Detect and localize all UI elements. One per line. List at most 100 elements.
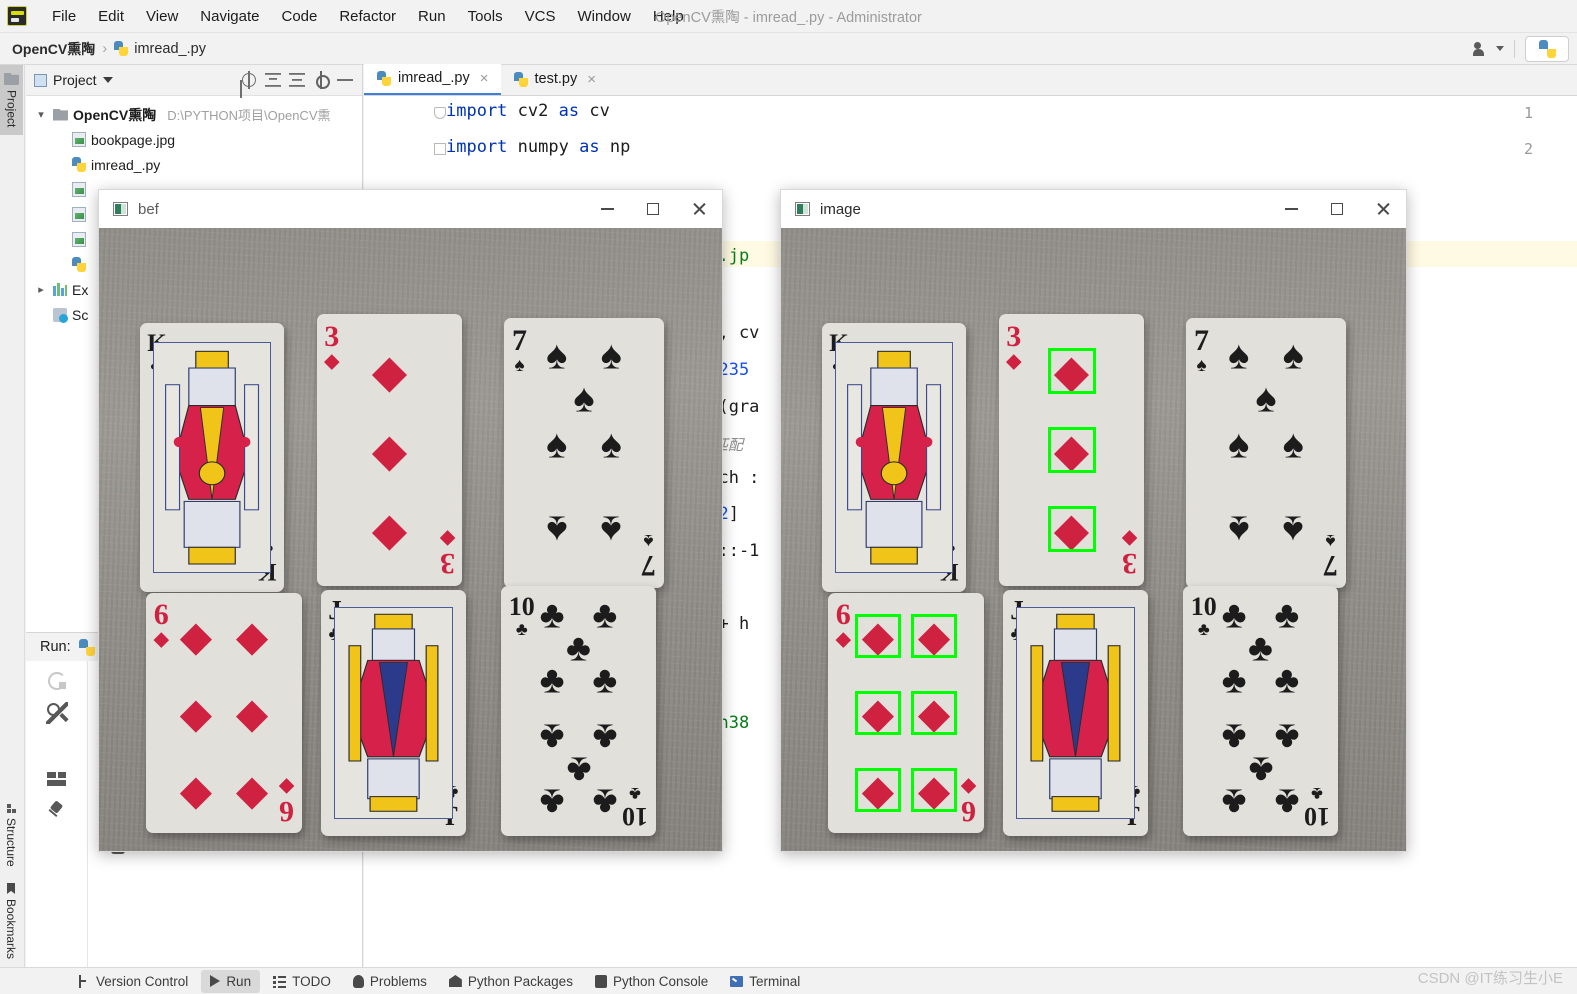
rail-button-structure[interactable]: Structure bbox=[0, 796, 22, 875]
pip-club: ♣ bbox=[592, 659, 618, 702]
minimize-button[interactable] bbox=[584, 190, 630, 228]
pip-spade: ♠ bbox=[600, 422, 622, 467]
menu-item-tools[interactable]: Tools bbox=[457, 5, 514, 28]
pip-spade: ♠ bbox=[1228, 422, 1250, 467]
breadcrumb-file[interactable]: imread_.py bbox=[114, 41, 206, 57]
statusbar-python-console[interactable]: Python Console bbox=[586, 970, 717, 993]
menu-item-window[interactable]: Window bbox=[566, 5, 641, 28]
interpreter-selector[interactable] bbox=[1525, 35, 1569, 62]
opencv-window-bef[interactable]: bef K♣ K♣ bbox=[98, 189, 723, 852]
menu-item-vcs[interactable]: VCS bbox=[514, 5, 567, 28]
package-icon bbox=[448, 975, 462, 987]
gear-icon[interactable] bbox=[312, 71, 330, 89]
menu-item-help[interactable]: Help bbox=[642, 5, 695, 28]
pip-club: ♣ bbox=[539, 659, 565, 702]
close-button[interactable] bbox=[676, 190, 722, 228]
statusbar-problems[interactable]: Problems bbox=[344, 970, 436, 993]
toolbar-divider bbox=[1514, 39, 1515, 58]
wrench-icon[interactable] bbox=[45, 702, 68, 724]
cv-titlebar-bef[interactable]: bef bbox=[99, 190, 722, 228]
menu-item-navigate[interactable]: Navigate bbox=[189, 5, 270, 28]
bookmark-icon bbox=[7, 882, 15, 894]
card-corner-rank: 7 ♠ bbox=[512, 324, 527, 377]
pip-diamond: ◆ bbox=[179, 689, 213, 737]
pip-club: ♣ bbox=[1221, 715, 1247, 758]
code-fold-handle[interactable] bbox=[434, 143, 446, 155]
tree-label-external: Ex bbox=[72, 281, 89, 298]
pip-spade: ♠ bbox=[1228, 507, 1250, 552]
maximize-button[interactable] bbox=[630, 190, 676, 228]
pip-diamond: ◆ bbox=[371, 424, 408, 476]
breadcrumb-project[interactable]: OpenCV熏陶 bbox=[12, 39, 95, 59]
menu-item-view[interactable]: View bbox=[135, 5, 189, 28]
card-seven-spades: 7 ♠ 7 ♠ ♠ ♠ ♠ ♠ ♠ ♠ ♠ bbox=[504, 318, 664, 588]
select-opened-file-icon[interactable] bbox=[240, 71, 258, 89]
detection-box bbox=[911, 767, 958, 812]
chevron-down-icon[interactable] bbox=[102, 77, 113, 83]
close-button[interactable] bbox=[1360, 190, 1406, 228]
menu-item-edit[interactable]: Edit bbox=[87, 5, 135, 28]
code-fold-handle[interactable] bbox=[434, 107, 446, 119]
menu-item-run[interactable]: Run bbox=[407, 5, 457, 28]
card-six-diamonds: 6 ◆ 6 ◆ ◆ ◆ ◆ ◆ ◆ ◆ bbox=[828, 593, 984, 833]
pip-spade: ♠ bbox=[600, 333, 622, 378]
vcs-icon bbox=[77, 974, 90, 988]
rail-button-bookmarks[interactable]: Bookmarks bbox=[0, 875, 22, 967]
card-corner-rank: 10 ♣ bbox=[508, 591, 535, 639]
pip-club: ♣ bbox=[1221, 780, 1247, 823]
python-file-icon bbox=[114, 41, 129, 56]
card-corner-rank: 3 ◆ bbox=[439, 527, 455, 580]
statusbar-label-terminal: Terminal bbox=[749, 973, 801, 989]
hide-panel-icon[interactable] bbox=[336, 71, 354, 89]
pip-diamond: ◆ bbox=[235, 689, 269, 737]
card-corner-rank: 6 ◆ bbox=[835, 598, 851, 651]
pip-club: ♣ bbox=[1248, 748, 1273, 790]
tree-label-bookpage: bookpage.jpg bbox=[91, 131, 176, 148]
pin-icon[interactable] bbox=[46, 801, 68, 823]
tree-row-project-root[interactable]: ▾ OpenCV熏陶 D:\PYTHON项目\OpenCV熏 bbox=[26, 102, 362, 127]
tree-row-bookpage[interactable]: bookpage.jpg bbox=[26, 127, 362, 152]
statusbar-terminal[interactable]: Terminal bbox=[721, 970, 809, 993]
statusbar-run[interactable]: Run bbox=[201, 969, 261, 993]
menu-item-code[interactable]: Code bbox=[270, 5, 328, 28]
tab-imread[interactable]: imread_.py × bbox=[364, 64, 501, 95]
pip-club: ♣ bbox=[592, 780, 618, 823]
collapse-all-icon[interactable] bbox=[288, 71, 306, 89]
maximize-button[interactable] bbox=[1314, 190, 1360, 228]
rail-bookmarks-label: Bookmarks bbox=[4, 898, 18, 959]
opencv-window-image[interactable]: image K♣ K♣ bbox=[780, 189, 1407, 852]
menu-item-refactor[interactable]: Refactor bbox=[328, 5, 407, 28]
chevron-right-icon[interactable]: ▸ bbox=[34, 283, 48, 296]
card-king-clubs: K♣ K♣ bbox=[140, 323, 284, 592]
layout-icon[interactable] bbox=[45, 768, 68, 790]
expand-all-icon[interactable] bbox=[264, 71, 282, 89]
stop-skull-icon[interactable] bbox=[46, 735, 68, 757]
cv-titlebar-image[interactable]: image bbox=[781, 190, 1406, 228]
csdn-watermark: CSDN @IT练习生小E bbox=[1417, 970, 1563, 987]
pip-club: ♣ bbox=[539, 715, 565, 758]
rerun-icon[interactable] bbox=[46, 669, 68, 691]
rail-button-project[interactable]: Project bbox=[0, 65, 23, 136]
card-jack-clubs: J♣ J♣ bbox=[321, 590, 466, 836]
python-file-icon bbox=[72, 157, 86, 172]
statusbar-label-console: Python Console bbox=[612, 973, 709, 989]
menu-item-file[interactable]: File bbox=[41, 5, 87, 28]
tab-close-icon[interactable]: × bbox=[480, 70, 489, 87]
statusbar-version-control[interactable]: Version Control bbox=[68, 970, 197, 993]
statusbar-python-packages[interactable]: Python Packages bbox=[440, 970, 582, 993]
statusbar-todo[interactable]: TODO bbox=[264, 970, 340, 993]
card-corner-rank: 3 ◆ bbox=[1006, 320, 1022, 373]
user-menu-button[interactable] bbox=[1473, 41, 1504, 56]
code-line-2: import numpy as np bbox=[446, 137, 631, 157]
minimize-button[interactable] bbox=[1268, 190, 1314, 228]
card-corner-rank: 3 ◆ bbox=[1121, 527, 1137, 580]
card-corner-rank: 6 ◆ bbox=[279, 775, 295, 828]
title-bar: File Edit View Navigate Code Refactor Ru… bbox=[0, 0, 1577, 33]
tree-row-imread[interactable]: imread_.py bbox=[26, 152, 362, 177]
pip-spade: ♠ bbox=[600, 507, 622, 552]
tab-close-icon[interactable]: × bbox=[587, 71, 596, 88]
python-config-icon[interactable] bbox=[78, 638, 95, 656]
chevron-expanded-icon[interactable]: ▾ bbox=[34, 108, 48, 121]
detection-box bbox=[854, 614, 901, 659]
tab-test[interactable]: test.py × bbox=[501, 64, 608, 95]
